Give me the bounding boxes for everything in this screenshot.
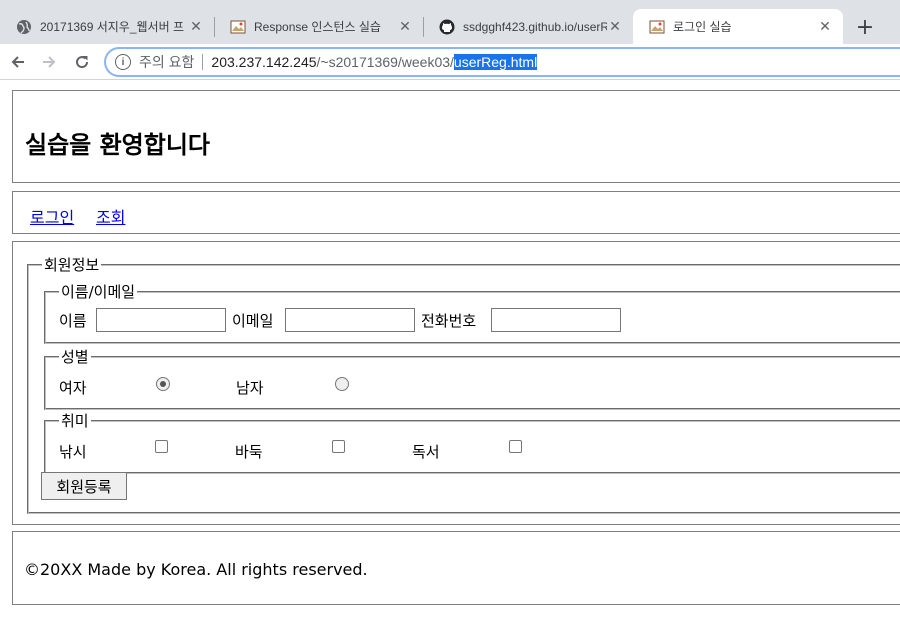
close-icon[interactable]: ✕ xyxy=(817,18,833,35)
reload-icon[interactable] xyxy=(70,50,94,74)
github-icon xyxy=(439,19,455,35)
hobby-fieldset: 취미 낚시 바둑 독서 xyxy=(44,410,900,474)
email-input[interactable] xyxy=(285,308,415,332)
hobby-baduk-label: 바둑 xyxy=(235,443,263,461)
phone-input[interactable] xyxy=(491,308,621,332)
tab-2[interactable]: Response 인스턴스 실습 ✕ xyxy=(214,9,423,44)
gender-female-label: 여자 xyxy=(59,379,87,397)
phone-label: 전화번호 xyxy=(421,312,477,330)
email-label: 이메일 xyxy=(232,312,274,330)
member-info-fieldset: 회원정보 이름/이메일 이름 이메일 전화번호 성별 여자 남자 취미 낚시 바… xyxy=(27,254,900,514)
tab-3-title: ssdgghf423.github.io/userR xyxy=(463,19,607,34)
gender-female-radio[interactable] xyxy=(156,377,170,391)
gender-fieldset: 성별 여자 남자 xyxy=(44,346,900,410)
gender-male-radio[interactable] xyxy=(335,377,349,391)
register-button[interactable]: 회원등록 xyxy=(41,472,127,500)
gender-male-label: 남자 xyxy=(236,379,264,397)
tab-strip: 20171369 서지우_웹서버 프 ✕ Response 인스턴스 실습 ✕ … xyxy=(0,0,900,44)
close-icon[interactable]: ✕ xyxy=(607,18,623,35)
url-host: 203.237.142.245 xyxy=(211,54,317,70)
tab-1[interactable]: 20171369 서지우_웹서버 프 ✕ xyxy=(0,9,214,44)
tab-2-title: Response 인스턴스 실습 xyxy=(254,20,381,34)
new-tab-plus-icon[interactable]: + xyxy=(852,14,878,40)
info-icon[interactable]: i xyxy=(115,54,131,70)
nav-link-search[interactable]: 조회 xyxy=(96,204,125,228)
url-selected-text: userReg.html xyxy=(453,54,538,70)
name-email-fieldset: 이름/이메일 이름 이메일 전화번호 xyxy=(44,281,900,344)
tab-1-title: 20171369 서지우_웹서버 프 xyxy=(40,20,185,34)
name-label: 이름 xyxy=(59,312,87,330)
globe-icon xyxy=(16,19,32,35)
page-footer: ©20XX Made by Korea. All rights reserved… xyxy=(12,531,900,605)
address-bar[interactable]: i 주의 요함 203.237.142.245 /~s20171369/week… xyxy=(104,47,900,77)
hobby-fishing-checkbox[interactable] xyxy=(155,440,168,453)
member-info-legend: 회원정보 xyxy=(42,254,102,275)
url-path: /~s20171369/week03/ xyxy=(316,54,454,70)
hobby-legend: 취미 xyxy=(59,410,91,431)
broken-image-icon xyxy=(649,19,665,35)
page-main: 회원정보 이름/이메일 이름 이메일 전화번호 성별 여자 남자 취미 낚시 바… xyxy=(12,241,900,525)
name-email-legend: 이름/이메일 xyxy=(59,281,138,302)
tab-3[interactable]: ssdgghf423.github.io/userR ✕ xyxy=(423,9,633,44)
back-arrow-icon[interactable] xyxy=(6,50,30,74)
security-warning-label[interactable]: 주의 요함 xyxy=(139,52,194,72)
gender-legend: 성별 xyxy=(59,346,91,367)
close-icon[interactable]: ✕ xyxy=(397,18,413,35)
page-title: 실습을 환영합니다 xyxy=(25,131,210,159)
tab-4-active[interactable]: 로그인 실습 ✕ xyxy=(633,9,843,44)
hobby-baduk-checkbox[interactable] xyxy=(332,440,345,453)
tab-4-title: 로그인 실습 xyxy=(673,20,732,34)
copyright-text: ©20XX Made by Korea. All rights reserved… xyxy=(24,560,368,579)
page-nav: 로그인 조회 xyxy=(12,191,900,234)
name-input[interactable] xyxy=(96,308,226,332)
hobby-reading-checkbox[interactable] xyxy=(509,440,522,453)
hobby-reading-label: 독서 xyxy=(412,443,440,461)
forward-arrow-icon[interactable] xyxy=(37,50,61,74)
close-icon[interactable]: ✕ xyxy=(188,18,204,35)
address-divider xyxy=(202,54,204,70)
hobby-fishing-label: 낚시 xyxy=(59,443,87,461)
broken-image-icon xyxy=(230,19,246,35)
browser-toolbar: i 주의 요함 203.237.142.245 /~s20171369/week… xyxy=(0,44,900,80)
nav-link-login[interactable]: 로그인 xyxy=(30,204,74,228)
web-page: 실습을 환영합니다 로그인 조회 회원정보 이름/이메일 이름 이메일 전화번호… xyxy=(0,81,900,633)
page-header: 실습을 환영합니다 xyxy=(12,90,900,183)
